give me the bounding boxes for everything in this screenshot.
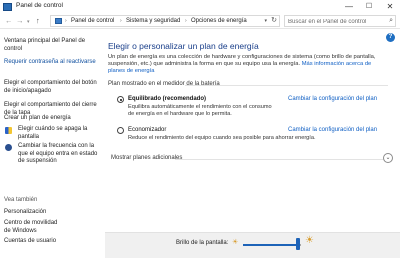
sun-small-icon: ☀ — [232, 239, 239, 246]
up-button[interactable]: ↑ — [36, 15, 40, 27]
plan-description-balanced: Equilibra automáticamente el rendimiento… — [128, 104, 272, 117]
sidebar-item-mobility-center[interactable]: Centro de movilidad de Windows — [4, 220, 64, 235]
sun-large-icon: ☀ — [305, 235, 314, 246]
forward-button[interactable]: → — [16, 15, 24, 27]
divider — [185, 85, 388, 86]
breadcrumb-separator[interactable]: › — [120, 16, 122, 26]
back-button[interactable]: ← — [5, 15, 13, 27]
refresh-icon[interactable]: ↻ — [271, 16, 277, 26]
sidebar-item-personalization[interactable]: Personalización — [4, 209, 104, 217]
breadcrumb-system-security[interactable]: Sistema y seguridad — [126, 16, 180, 26]
brightness-slider[interactable] — [243, 244, 301, 246]
search-box[interactable]: ⌕ — [284, 15, 396, 27]
sidebar-item-create-plan[interactable]: Crear un plan de energía — [4, 115, 104, 123]
plan-radio-balanced[interactable] — [117, 96, 124, 103]
control-panel-icon — [3, 3, 12, 11]
title-bar: Panel de control — ☐ ✕ — [0, 0, 400, 14]
moon-icon — [5, 144, 12, 151]
plan-radio-power-saver[interactable] — [117, 127, 124, 134]
sidebar: Ventana principal del Panel de control R… — [0, 30, 105, 258]
chevron-down-icon[interactable]: ⌄ — [383, 153, 393, 163]
plan-name-balanced[interactable]: Equilibrado (recomendado) — [128, 96, 206, 102]
sidebar-item-user-accounts[interactable]: Cuentas de usuario — [4, 238, 104, 246]
minimize-button[interactable]: — — [339, 0, 359, 14]
main-content: Elegir o personalizar un plan de energía… — [108, 30, 400, 258]
address-dropdown-icon[interactable]: ▾ — [264, 16, 267, 26]
address-bar[interactable]: › Panel de control › Sistema y seguridad… — [50, 15, 280, 27]
control-panel-icon — [55, 18, 62, 24]
shield-icon — [5, 127, 12, 134]
breadcrumb-control-panel[interactable]: Panel de control — [71, 16, 114, 26]
page-title: Elegir o personalizar un plan de energía — [108, 41, 259, 51]
search-input[interactable] — [288, 17, 378, 26]
change-plan-settings-link[interactable]: Cambiar la configuración del plan — [288, 96, 377, 102]
plan-description-power-saver: Reduce el rendimiento del equipo cuando … — [128, 135, 316, 141]
breadcrumb-separator: › — [65, 18, 67, 24]
sidebar-item-sleep[interactable]: Cambiar la frecuencia con la que el equi… — [18, 143, 104, 166]
divider — [175, 159, 383, 160]
breadcrumb-power-options[interactable]: Opciones de energía — [191, 16, 247, 26]
battery-meter-group-label: Plan mostrado en el medidor de la baterí… — [108, 81, 220, 87]
sidebar-item-control-panel-home[interactable]: Ventana principal del Panel de control — [4, 38, 104, 53]
recent-locations-button[interactable]: ▾ — [27, 16, 30, 28]
show-more-plans-label[interactable]: Mostrar planes adicionales — [111, 155, 182, 161]
window-title: Panel de control — [16, 2, 63, 9]
maximize-button[interactable]: ☐ — [359, 0, 379, 14]
brightness-label: Brillo de la pantalla: — [176, 240, 229, 246]
brightness-bar: Brillo de la pantalla: ☀ ☀ — [105, 232, 400, 258]
see-also-title: Vea también — [4, 197, 38, 203]
brightness-slider-fill — [243, 244, 298, 246]
intro-text: Un plan de energía es una colección de h… — [108, 54, 383, 75]
brightness-slider-thumb[interactable] — [296, 238, 300, 250]
sidebar-item-power-button[interactable]: Elegir el comportamiento del botón de in… — [4, 80, 104, 95]
search-icon[interactable]: ⌕ — [389, 16, 393, 26]
address-bar-row: ← → ▾ ↑ › Panel de control › Sistema y s… — [0, 14, 400, 29]
plan-name-power-saver[interactable]: Economizador — [128, 127, 166, 133]
sidebar-item-require-password[interactable]: Requerir contraseña al reactivarse — [4, 59, 104, 67]
change-plan-settings-link[interactable]: Cambiar la configuración del plan — [288, 127, 377, 133]
breadcrumb-separator[interactable]: › — [185, 16, 187, 26]
sidebar-item-display-off[interactable]: Elegir cuándo se apaga la pantalla — [18, 126, 104, 141]
close-button[interactable]: ✕ — [380, 0, 400, 14]
